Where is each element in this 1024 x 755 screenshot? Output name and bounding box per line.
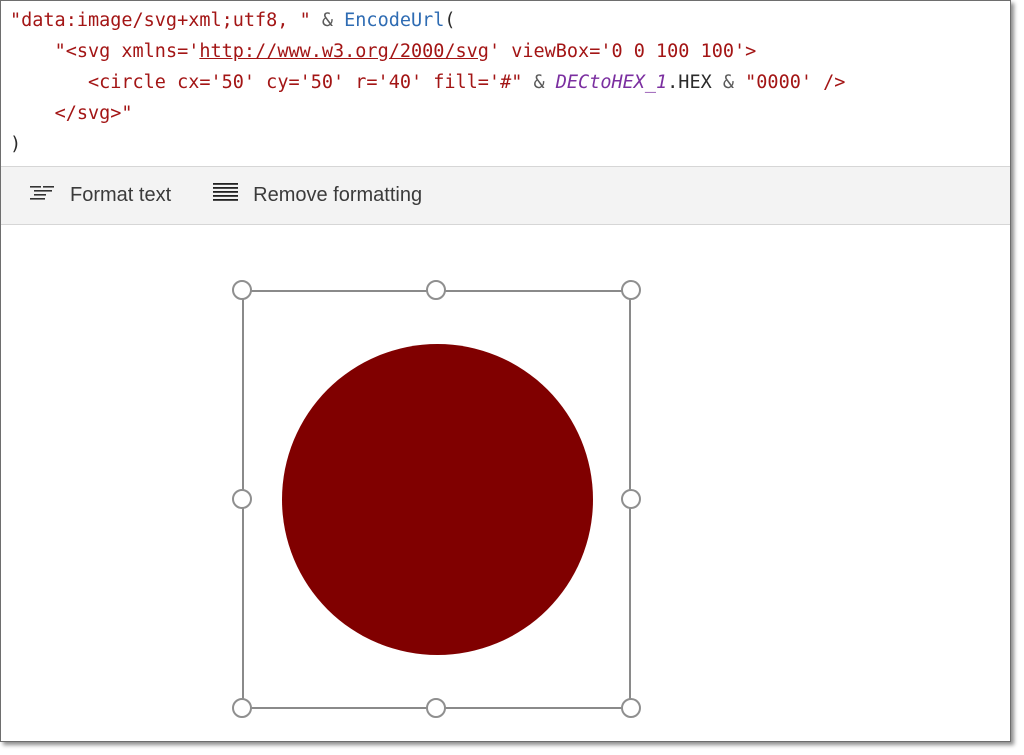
close-paren: ): [10, 134, 22, 155]
namespace-link[interactable]: http://www.w3.org/2000/svg: [199, 41, 489, 62]
concat-operator: &: [310, 10, 345, 31]
formula-line-3: <circle cx='50' cy='50' r='40' fill='#" …: [1, 67, 1010, 98]
formula-toolbar: Format text Remove formatting: [1, 167, 1010, 225]
formula-string: <circle cx='50' cy='50' r='40' fill='#": [87, 72, 523, 93]
concat-operator: &: [522, 72, 556, 93]
resize-handle-bottom-left[interactable]: [232, 698, 252, 718]
formula-line-5: ): [1, 129, 1010, 160]
remove-formatting-button[interactable]: Remove formatting: [213, 182, 422, 210]
remove-formatting-icon: [213, 182, 239, 210]
open-paren: (: [444, 10, 456, 31]
resize-handle-left[interactable]: [232, 489, 252, 509]
resize-handle-bottom[interactable]: [426, 698, 446, 718]
resize-handle-bottom-right[interactable]: [621, 698, 641, 718]
control-reference: DECtoHEX_1: [555, 72, 668, 93]
formula-line-2: "<svg xmlns='http://www.w3.org/2000/svg'…: [1, 36, 1010, 67]
selection-box[interactable]: [242, 290, 631, 709]
formula-string: </svg>": [54, 103, 133, 124]
resize-handle-top[interactable]: [426, 280, 446, 300]
format-text-button[interactable]: Format text: [30, 184, 171, 208]
resize-handle-top-left[interactable]: [232, 280, 252, 300]
formula-bar[interactable]: "data:image/svg+xml;utf8, " & EncodeUrl(…: [1, 1, 1010, 167]
formula-string: "0000' />: [745, 72, 846, 93]
resize-handle-top-right[interactable]: [621, 280, 641, 300]
concat-operator: &: [711, 72, 746, 93]
format-text-icon: [30, 184, 56, 208]
formula-line-4: </svg>": [1, 98, 1010, 129]
formula-string: "data:image/svg+xml;utf8, ": [10, 10, 311, 31]
formula-line-1: "data:image/svg+xml;utf8, " & EncodeUrl(: [1, 5, 1010, 36]
formula-editor-window: "data:image/svg+xml;utf8, " & EncodeUrl(…: [0, 0, 1011, 742]
formula-string: "<svg xmlns=': [54, 41, 200, 62]
function-name: EncodeUrl: [344, 10, 445, 31]
design-canvas: [1, 226, 1010, 741]
remove-formatting-label: Remove formatting: [253, 184, 423, 206]
format-text-label: Format text: [70, 184, 172, 206]
resize-handle-right[interactable]: [621, 489, 641, 509]
property-reference: .HEX: [667, 72, 712, 93]
formula-string: ' viewBox='0 0 100 100'>: [488, 41, 757, 62]
